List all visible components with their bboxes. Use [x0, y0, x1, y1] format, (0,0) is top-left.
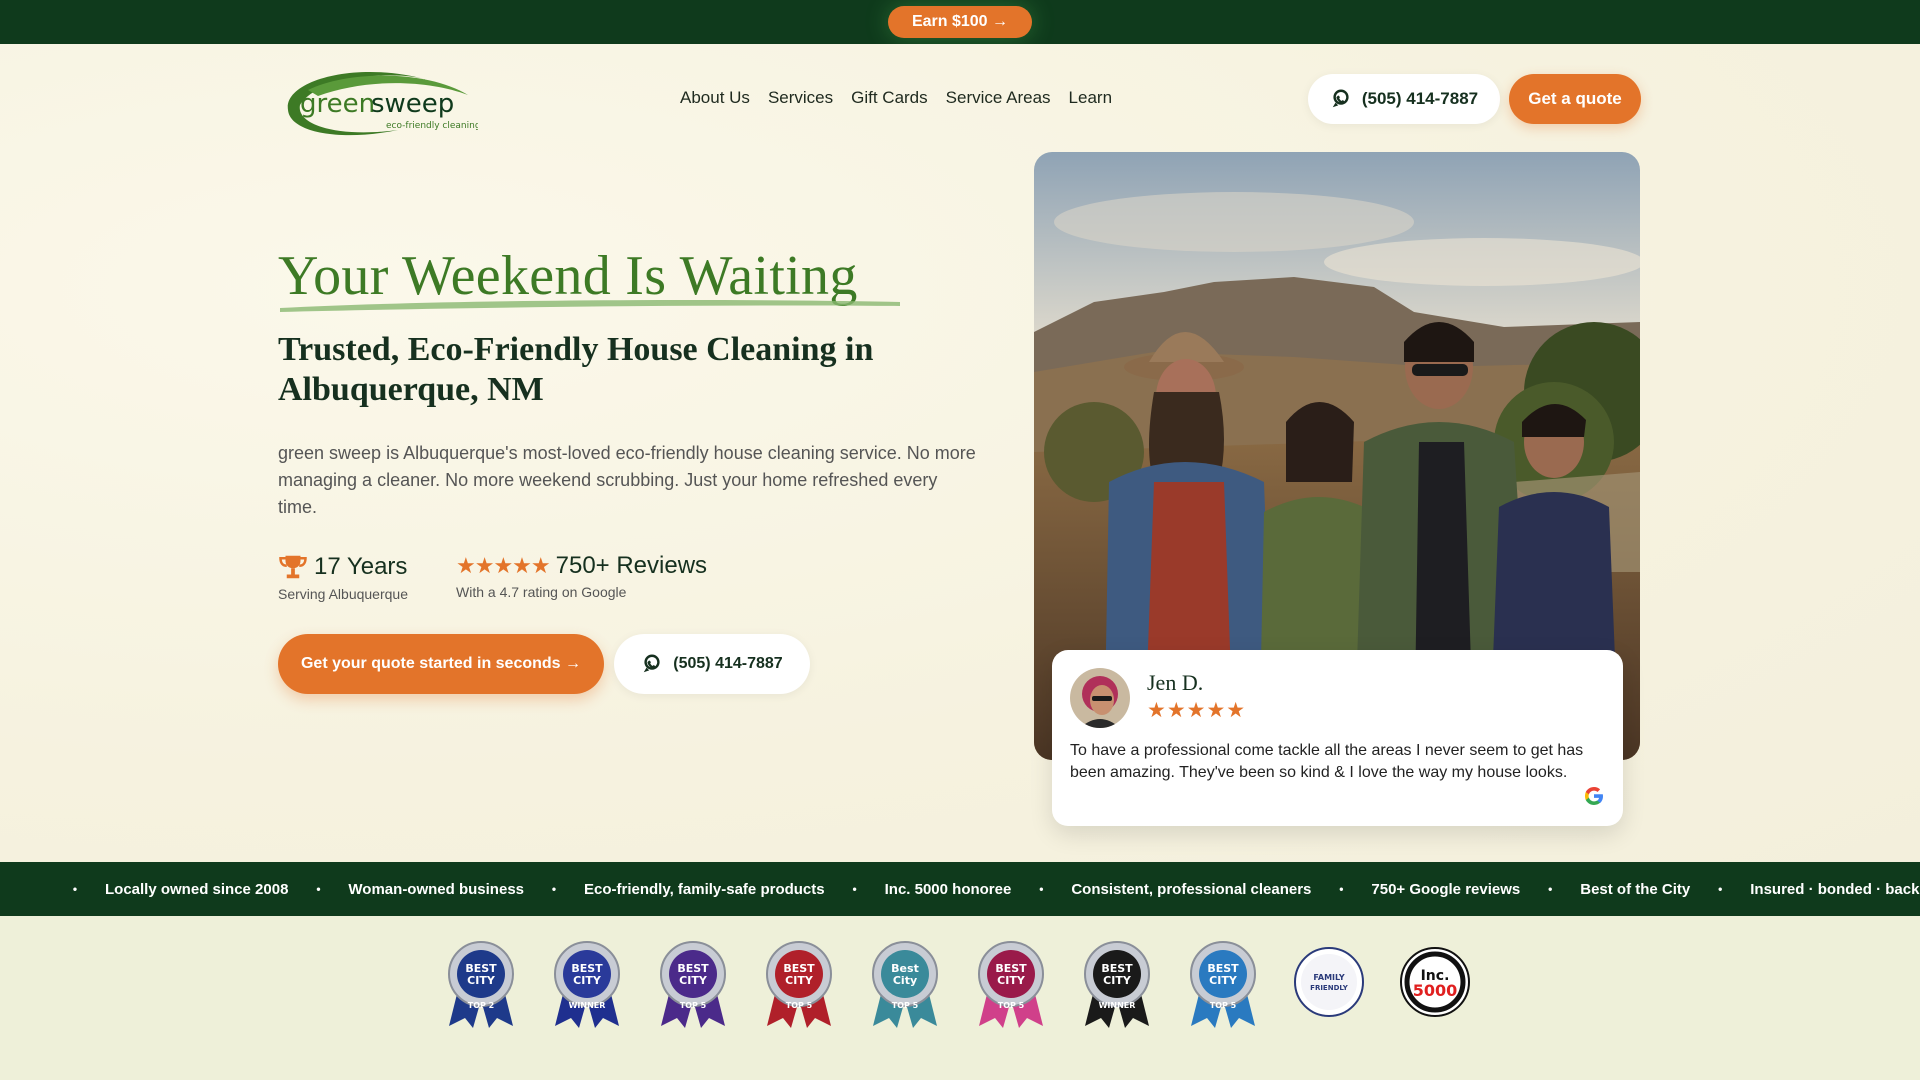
phone-icon — [1332, 89, 1349, 108]
badge-ribbon-text: TOP 5 — [892, 1001, 919, 1010]
badge-line2: CITY — [785, 974, 814, 987]
badge-ribbon-text: TOP 5 — [680, 1001, 707, 1010]
badge-line2: 5000 — [1413, 981, 1458, 1000]
bullet-icon: • — [316, 882, 321, 896]
logo-tagline: eco-friendly cleaning — [386, 121, 478, 131]
header-phone-button[interactable]: (505) 414-7887 — [1308, 74, 1500, 124]
ticker-item: Locally owned since 2008 — [105, 880, 289, 898]
earn-referral-button[interactable]: Earn $100 → — [887, 6, 1033, 38]
bullet-icon: • — [1039, 882, 1044, 896]
bullet-icon: • — [1548, 882, 1553, 896]
badge-ribbon-text: TOP 5 — [998, 1001, 1025, 1010]
stat-reviews-value: 750+ Reviews — [555, 552, 708, 579]
stars-icon: ★★★★★ — [456, 553, 551, 578]
nav-about-us[interactable]: About Us — [680, 88, 750, 108]
award-badges: BEST CITY TOP 2 BEST CITY WINNER BEST CITY TOP 5… — [443, 934, 1473, 1030]
promo-bar: Earn $100 → — [0, 0, 1920, 44]
bullet-icon: • — [1339, 882, 1344, 896]
badge-ribbon-text: TOP 2 — [468, 1001, 494, 1010]
badge-line2: CITY — [679, 974, 708, 987]
ticker-item: Inc. 5000 honoree — [884, 880, 1012, 898]
hero-phone-number: (505) 414-7887 — [673, 655, 783, 672]
brush-underline — [280, 300, 900, 312]
award-badge: FAMILY FRIENDLY — [1294, 947, 1364, 1017]
stat-reviews-caption: With a 4.7 rating on Google — [456, 584, 627, 600]
bullet-icon: • — [852, 882, 857, 896]
award-badge: BESTCITYTOP 5 — [1190, 941, 1256, 1028]
badge-ribbon-text: TOP 5 — [786, 1001, 813, 1010]
badge-ribbon-text: WINNER — [1099, 1001, 1136, 1010]
badge-line2: City — [893, 974, 917, 987]
nav-service-areas[interactable]: Service Areas — [946, 88, 1051, 108]
review-stars: ★★★★★ — [1147, 699, 1247, 722]
hero-subtitle: Trusted, Eco-Friendly House Cleaning in … — [278, 331, 874, 408]
logo-word-green: green — [300, 89, 375, 119]
badge-ribbon-text: TOP 5 — [1210, 1001, 1237, 1010]
quote-start-button[interactable]: Get your quote started in seconds → — [278, 634, 604, 694]
bullet-icon: • — [72, 882, 78, 896]
award-badge: BESTCITYTOP 5 — [978, 941, 1044, 1028]
award-badge: BestCityTOP 5 — [872, 941, 938, 1028]
ticker-item: Eco-friendly, family-safe products — [584, 880, 825, 898]
award-badge: BESTCITYWINNER — [1084, 941, 1150, 1028]
stat-years-value: 17 Years — [314, 553, 408, 580]
nav-services[interactable]: Services — [768, 88, 833, 108]
ticker-item: Consistent, professional cleaners — [1071, 880, 1312, 898]
stat-years-caption: Serving Albuquerque — [278, 586, 408, 602]
award-badge: BESTCITYTOP 2 — [448, 941, 514, 1028]
badge-line2: CITY — [573, 974, 602, 987]
award-badge: BESTCITYTOP 5 — [660, 941, 726, 1028]
badge-line2: CITY — [1209, 974, 1238, 987]
ticker-item: Insured · bonded · background-checked — [1750, 880, 1920, 898]
phone-icon — [644, 654, 660, 673]
hero-phone-button[interactable]: (505) 414-7887 — [614, 634, 810, 694]
green-sweep-logo[interactable]: green sweep eco-friendly cleaning — [278, 60, 478, 140]
bullet-icon: • — [1718, 882, 1723, 896]
award-badge: BESTCITYTOP 5 — [766, 941, 832, 1028]
header-phone-number: (505) 414-7887 — [1361, 89, 1479, 108]
ticker-item: Best of the City — [1580, 880, 1691, 898]
trust-ticker: • Locally owned since 2008 • Woman-owned b… — [0, 862, 1920, 916]
review-card: Jen D. ★★★★★ To have a professional come… — [1052, 650, 1623, 826]
main-nav: About Us Services Gift Cards Service Are… — [680, 88, 1112, 108]
badge-ribbon-text: WINNER — [569, 1001, 606, 1010]
review-text: To have a professional come tackle all t… — [1070, 742, 1584, 781]
award-badge: Inc.5000 — [1400, 947, 1470, 1017]
nav-gift-cards[interactable]: Gift Cards — [851, 88, 928, 108]
ticker-item: Woman-owned business — [348, 880, 524, 898]
badge-line2: CITY — [997, 974, 1026, 987]
reviewer-name: Jen D. — [1147, 670, 1204, 695]
nav-learn[interactable]: Learn — [1069, 88, 1112, 108]
logo-word-sweep: sweep — [371, 89, 454, 119]
ticker-item: 750+ Google reviews — [1371, 880, 1521, 898]
google-icon[interactable] — [1582, 784, 1606, 808]
award-badge: BESTCITYWINNER — [554, 941, 620, 1028]
badge-line2: FRIENDLY — [1310, 984, 1349, 992]
bullet-icon: • — [551, 882, 557, 896]
stat-reviews: ★★★★★ 750+ Reviews With a 4.7 rating on … — [456, 552, 707, 600]
badge-line2: CITY — [1103, 974, 1132, 987]
hero-lead: green sweep is Albuquerque's most-loved … — [278, 443, 976, 517]
get-quote-button[interactable]: Get a quote — [1509, 74, 1641, 124]
avatar — [1070, 668, 1130, 728]
badge-line2: CITY — [467, 974, 496, 987]
trophy-icon — [279, 555, 307, 579]
stat-years: 17 Years Serving Albuquerque — [278, 552, 408, 602]
badge-line1: FAMILY — [1313, 973, 1345, 982]
